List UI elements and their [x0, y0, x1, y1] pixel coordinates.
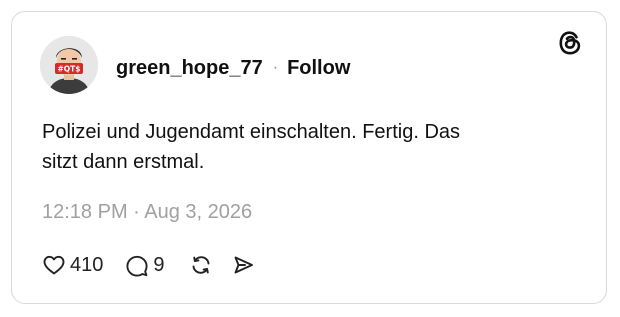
repost-button[interactable]	[189, 253, 213, 277]
post-card: #QT$ green_hope_77 · Follow Polizei und …	[11, 11, 607, 304]
post-header: green_hope_77 · Follow	[116, 56, 350, 80]
avatar[interactable]: #QT$	[40, 36, 98, 94]
follow-button[interactable]: Follow	[287, 57, 350, 80]
post-text: Polizei und Jugendamt einschalten. Ferti…	[42, 121, 461, 173]
like-count: 410	[70, 253, 104, 276]
speech-bubble-icon	[125, 253, 149, 277]
repost-icon	[189, 253, 213, 277]
threads-logo-icon-graphic	[559, 31, 581, 55]
reply-count: 9	[153, 253, 165, 276]
heart-icon	[42, 253, 66, 277]
action-bar: 410 9	[42, 250, 255, 280]
post-timestamp[interactable]: 12:18 PM · Aug 3, 2026	[42, 201, 252, 224]
avatar-badge-text: #QT$	[58, 65, 81, 74]
send-icon	[231, 253, 255, 277]
share-button[interactable]	[231, 253, 255, 277]
avatar-image: #QT$	[40, 36, 98, 94]
reply-button[interactable]: 9	[125, 253, 165, 277]
like-button[interactable]: 410	[42, 253, 103, 277]
separator-dot: ·	[272, 59, 279, 76]
username[interactable]: green_hope_77	[116, 57, 263, 80]
threads-logo-icon[interactable]	[556, 29, 584, 57]
